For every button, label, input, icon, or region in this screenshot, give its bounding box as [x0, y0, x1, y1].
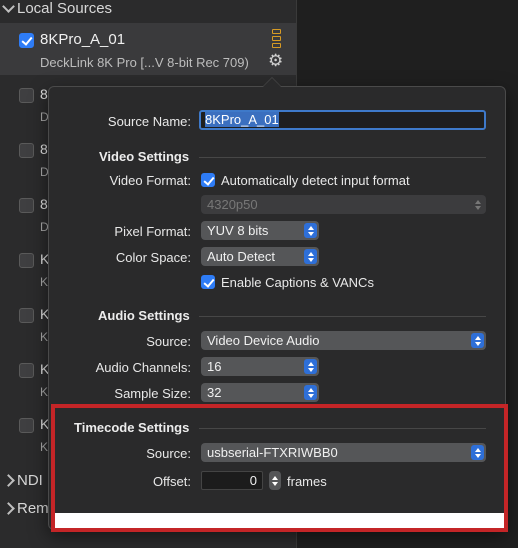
chevron-down-icon [2, 0, 15, 13]
local-sources-header[interactable]: Local Sources [2, 0, 113, 17]
divider [199, 316, 486, 317]
source-checkbox[interactable] [19, 363, 34, 378]
enable-captions-label: Enable Captions & VANCs [221, 275, 374, 290]
source-row-selected[interactable]: 8KPro_A_01 DeckLink 8K Pro [...V 8-bit R… [0, 23, 296, 75]
source-description: K [40, 440, 49, 454]
timecode-source-value: usbserial-FTXRIWBB0 [207, 445, 338, 460]
video-format-select: 4320p50 [201, 195, 486, 214]
updown-chevron-icon [304, 359, 317, 374]
source-settings-popover: Source Name: 8KPro_A_01 Video Settings V… [48, 86, 506, 530]
color-space-label: Color Space: [115, 250, 191, 265]
level-meter-icon [272, 29, 281, 49]
pixel-format-select[interactable]: YUV 8 bits [201, 221, 319, 240]
checkbox-icon [201, 173, 215, 187]
stepper-up-icon [272, 475, 278, 480]
color-space-select[interactable]: Auto Detect [201, 247, 319, 266]
audio-channels-select[interactable]: 16 [201, 357, 319, 376]
updown-chevron-icon [471, 197, 484, 212]
gear-icon[interactable]: ⚙ [268, 52, 283, 69]
video-format-value: 4320p50 [207, 197, 258, 212]
local-sources-label: Local Sources [17, 0, 113, 17]
video-settings-heading: Video Settings [99, 149, 190, 164]
sample-size-value: 32 [207, 385, 222, 400]
popover-arrow-inner [263, 78, 281, 87]
divider [199, 157, 486, 158]
updown-chevron-icon [304, 249, 317, 264]
timecode-source-select[interactable]: usbserial-FTXRIWBB0 [201, 443, 486, 462]
stepper-down-icon [272, 481, 278, 486]
remote-label: Rem [17, 500, 49, 517]
offset-field[interactable]: 0 [201, 471, 263, 490]
auto-detect-label: Automatically detect input format [221, 173, 410, 188]
audio-source-value: Video Device Audio [207, 333, 320, 348]
offset-stepper[interactable] [269, 471, 281, 490]
source-description: DeckLink 8K Pro [...V 8-bit Rec 709) [40, 55, 249, 70]
sample-size-select[interactable]: 32 [201, 383, 319, 402]
audio-settings-heading: Audio Settings [98, 308, 190, 323]
source-description: K [40, 330, 49, 344]
sample-size-label: Sample Size: [114, 386, 191, 401]
timecode-settings-heading: Timecode Settings [74, 420, 190, 435]
ndi-header[interactable]: NDI [2, 472, 43, 489]
updown-chevron-icon [471, 445, 484, 460]
ndi-label: NDI [17, 472, 43, 489]
source-description: K [40, 275, 49, 289]
chevron-right-icon [2, 502, 15, 515]
source-checkbox[interactable] [19, 308, 34, 323]
checkbox-icon [201, 275, 215, 289]
remote-header[interactable]: Rem [2, 500, 49, 517]
updown-chevron-icon [471, 333, 484, 348]
pixel-format-label: Pixel Format: [114, 224, 191, 239]
source-name-label: Source Name: [107, 114, 191, 129]
video-format-label: Video Format: [109, 173, 191, 188]
source-checkbox[interactable] [19, 198, 34, 213]
source-name-value: 8KPro_A_01 [205, 112, 279, 127]
source-name: 8 [40, 86, 48, 102]
timecode-source-label: Source: [146, 446, 191, 461]
source-name: 8 [40, 196, 48, 212]
source-name: 8 [40, 141, 48, 157]
frames-label: frames [287, 474, 327, 489]
offset-label: Offset: [152, 474, 191, 489]
source-description: K [40, 385, 49, 399]
chevron-right-icon [2, 474, 15, 487]
audio-source-select[interactable]: Video Device Audio [201, 331, 486, 350]
source-checkbox[interactable] [19, 88, 34, 103]
updown-chevron-icon [304, 223, 317, 238]
source-checkbox[interactable] [19, 418, 34, 433]
pixel-format-value: YUV 8 bits [207, 223, 269, 238]
source-checkbox[interactable] [19, 253, 34, 268]
source-name: 8KPro_A_01 [40, 31, 126, 48]
source-checkbox[interactable] [19, 143, 34, 158]
popover-bottom-strip [55, 513, 504, 528]
updown-chevron-icon [304, 385, 317, 400]
source-name-field[interactable]: 8KPro_A_01 [199, 110, 486, 130]
audio-channels-value: 16 [207, 359, 222, 374]
source-enabled-checkbox[interactable] [19, 33, 34, 48]
audio-source-label: Source: [146, 334, 191, 349]
color-space-value: Auto Detect [207, 249, 275, 264]
divider [199, 428, 486, 429]
audio-channels-label: Audio Channels: [95, 360, 191, 375]
